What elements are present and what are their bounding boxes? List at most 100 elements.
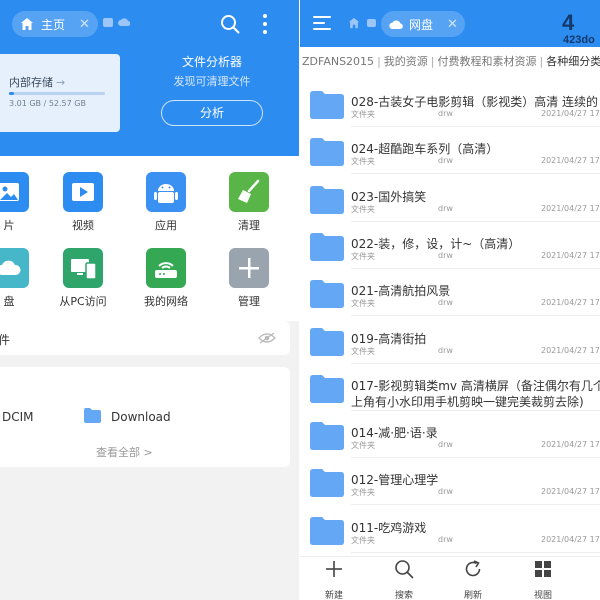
view-all-link[interactable]: 查看全部 > [96,444,153,460]
doc-tab-icon[interactable] [367,19,376,27]
folder-name: 011-吃鸡游戏 [351,520,427,535]
folder-icon [310,469,344,498]
grid-item-pc-access[interactable]: 从PC访问 [53,248,113,309]
home-tab-label: 主页 [41,17,66,32]
folder-type: 文件夹 [351,488,375,498]
list-item[interactable]: 014-减·肥·语·录 文件夹 drw 2021/04/27 17: [300,411,600,459]
files-card: DCIM Download 查看全部 > [0,367,290,467]
folder-permissions: drw [438,156,453,166]
refresh-icon [465,560,481,577]
grid-item-cleaner[interactable]: 清理 [219,172,279,233]
folder-modified-time: 2021/04/27 17: [541,250,600,260]
folder-name: 014-减·肥·语·录 [351,426,438,441]
list-item[interactable]: 012-管理心理学 文件夹 drw 2021/04/27 17: [300,458,600,506]
router-icon [146,248,186,288]
image-icon [0,172,29,212]
grid-item-cloud-drive[interactable]: 盘 [0,248,39,309]
search-button[interactable]: 搜索 [379,559,429,600]
breadcrumb-item[interactable]: 付费教程和素材资源 [438,53,537,69]
more-options-icon[interactable] [262,14,268,34]
folder-type: 文件夹 [351,110,375,119]
breadcrumb: ZDFANS2015 | 我的资源 | 付费教程和素材资源 | 各种细分类 [300,53,600,75]
folder-permissions: drw [438,440,453,450]
breadcrumb-separator: | [430,55,435,68]
breadcrumb-current[interactable]: 各种细分类 [546,53,600,69]
broom-icon [229,172,269,212]
view-button-label: 视图 [533,591,552,600]
close-icon[interactable]: ✕ [79,17,90,32]
folder-name: 022-装，修，设，计~（高清） [351,236,521,251]
folder-icon [310,185,344,214]
new-button[interactable]: 新建 [309,559,359,600]
cloud-tab-icon[interactable] [118,17,130,27]
recent-files-card[interactable]: 件 [0,321,290,355]
net-disk-tab[interactable]: 网盘 ✕ [381,11,465,37]
internal-storage-card[interactable]: 内部存储 → 3.01 GB / 52.57 GB [0,54,120,132]
storage-usage-text: 3.01 GB / 52.57 GB [9,99,86,108]
folder-modified-time: 2021/04/27 17: [541,487,600,497]
grid-item-apps[interactable]: 应用 [136,172,196,233]
search-icon[interactable] [220,14,240,34]
folder-type: 文件夹 [351,157,375,167]
view-button[interactable]: 视图 [518,559,568,600]
grid-item-manage[interactable]: 管理 [219,248,279,309]
list-item[interactable]: 022-装，修，设，计~（高清） 文件夹 drw 2021/04/27 17: [300,222,600,269]
folder-type: 文件夹 [351,346,375,356]
storage-usage-fill [9,92,15,95]
grid-item-my-network[interactable]: 我的网络 [136,248,196,309]
folder-name: 012-管理心理学 [351,473,439,488]
home-tab[interactable]: 主页 ✕ [12,11,98,37]
refresh-button[interactable]: 刷新 [448,559,498,600]
folder-name: 021-高清航拍风景 [351,284,451,299]
new-button-label: 新建 [324,591,343,600]
close-icon[interactable]: ✕ [447,17,458,32]
folder-modified-time: 2021/04/27 17: [541,203,600,213]
grid-item-label: 清理 [238,219,260,232]
folder-permissions: drw [438,250,453,260]
right-header: 网盘 ✕ 4 423do [300,0,600,47]
android-icon [146,172,186,212]
list-item[interactable]: 023-国外搞笑 文件夹 drw 2021/04/27 17: [300,175,600,222]
grid-item-label: 视频 [72,219,94,232]
list-item[interactable]: 021-高清航拍风景 文件夹 drw 2021/04/27 17: [300,269,600,317]
grid-item-images[interactable]: 片 [0,172,39,233]
pc-access-icon [63,248,103,288]
breadcrumb-item[interactable]: 我的资源 [384,53,428,69]
breadcrumb-item[interactable]: ZDFANS2015 [302,55,374,68]
grid-item-label: 管理 [238,295,260,308]
grid-item-label: 应用 [155,219,177,232]
search-icon [395,560,414,579]
breadcrumb-separator: | [539,55,544,68]
analyze-button[interactable]: 分析 [161,100,263,126]
plus-icon [326,561,342,577]
category-grid: 片 视频 应用 清理 盘 从PC访问 我的网络 管理 [0,156,299,321]
list-item[interactable]: 017-影视剪辑类mv 高清横屏（备注偶尔有几个 上角有小水印用手机剪映一键完美裁… [300,364,600,411]
list-item[interactable]: 011-吃鸡游戏 文件夹 drw 2021/04/27 17: [300,506,600,553]
folder-icon [310,422,344,451]
plus-icon [229,248,269,288]
folder-download[interactable]: Download [111,410,171,424]
folder-dcim[interactable]: DCIM [2,410,34,424]
menu-icon[interactable] [313,16,331,30]
grid-view-icon [535,561,551,577]
home-icon[interactable] [348,17,360,29]
grid-item-label: 我的网络 [144,295,188,308]
folder-icon [310,280,344,309]
folder-name-line2: 上角有小水印用手机剪映一键完美裁剪去除) [351,394,584,409]
file-list: 028-古装女子电影剪辑（影视类）高清 连续的 文件夹 drw 2021/04/27 … [300,80,600,555]
analyzer-subtitle: 发现可清理文件 [173,75,251,88]
doc-tab-icon[interactable] [103,18,113,27]
list-item[interactable]: 024-超酷跑车系列（高清） 文件夹 drw 2021/04/27 17: [300,127,600,175]
search-button-label: 搜索 [394,591,413,600]
left-header: 主页 ✕ 内部存储 → 3.01 GB / 52.57 GB 文件分析器 发现可清… [0,0,299,156]
grid-item-label: 片 [3,219,15,232]
folder-modified-time: 2021/04/27 17: [541,534,600,544]
storage-title: 内部存储 [9,76,53,89]
folder-permissions: drw [438,109,453,118]
list-item[interactable]: 028-古装女子电影剪辑（影视类）高清 连续的 文件夹 drw 2021/04/27 … [300,80,600,127]
folder-type: 文件夹 [351,204,375,214]
eye-hidden-icon[interactable] [258,332,276,344]
list-item[interactable]: 019-高清街拍 文件夹 drw 2021/04/27 17: [300,317,600,364]
grid-item-videos[interactable]: 视频 [53,172,113,233]
breadcrumb-separator: | [377,55,381,68]
